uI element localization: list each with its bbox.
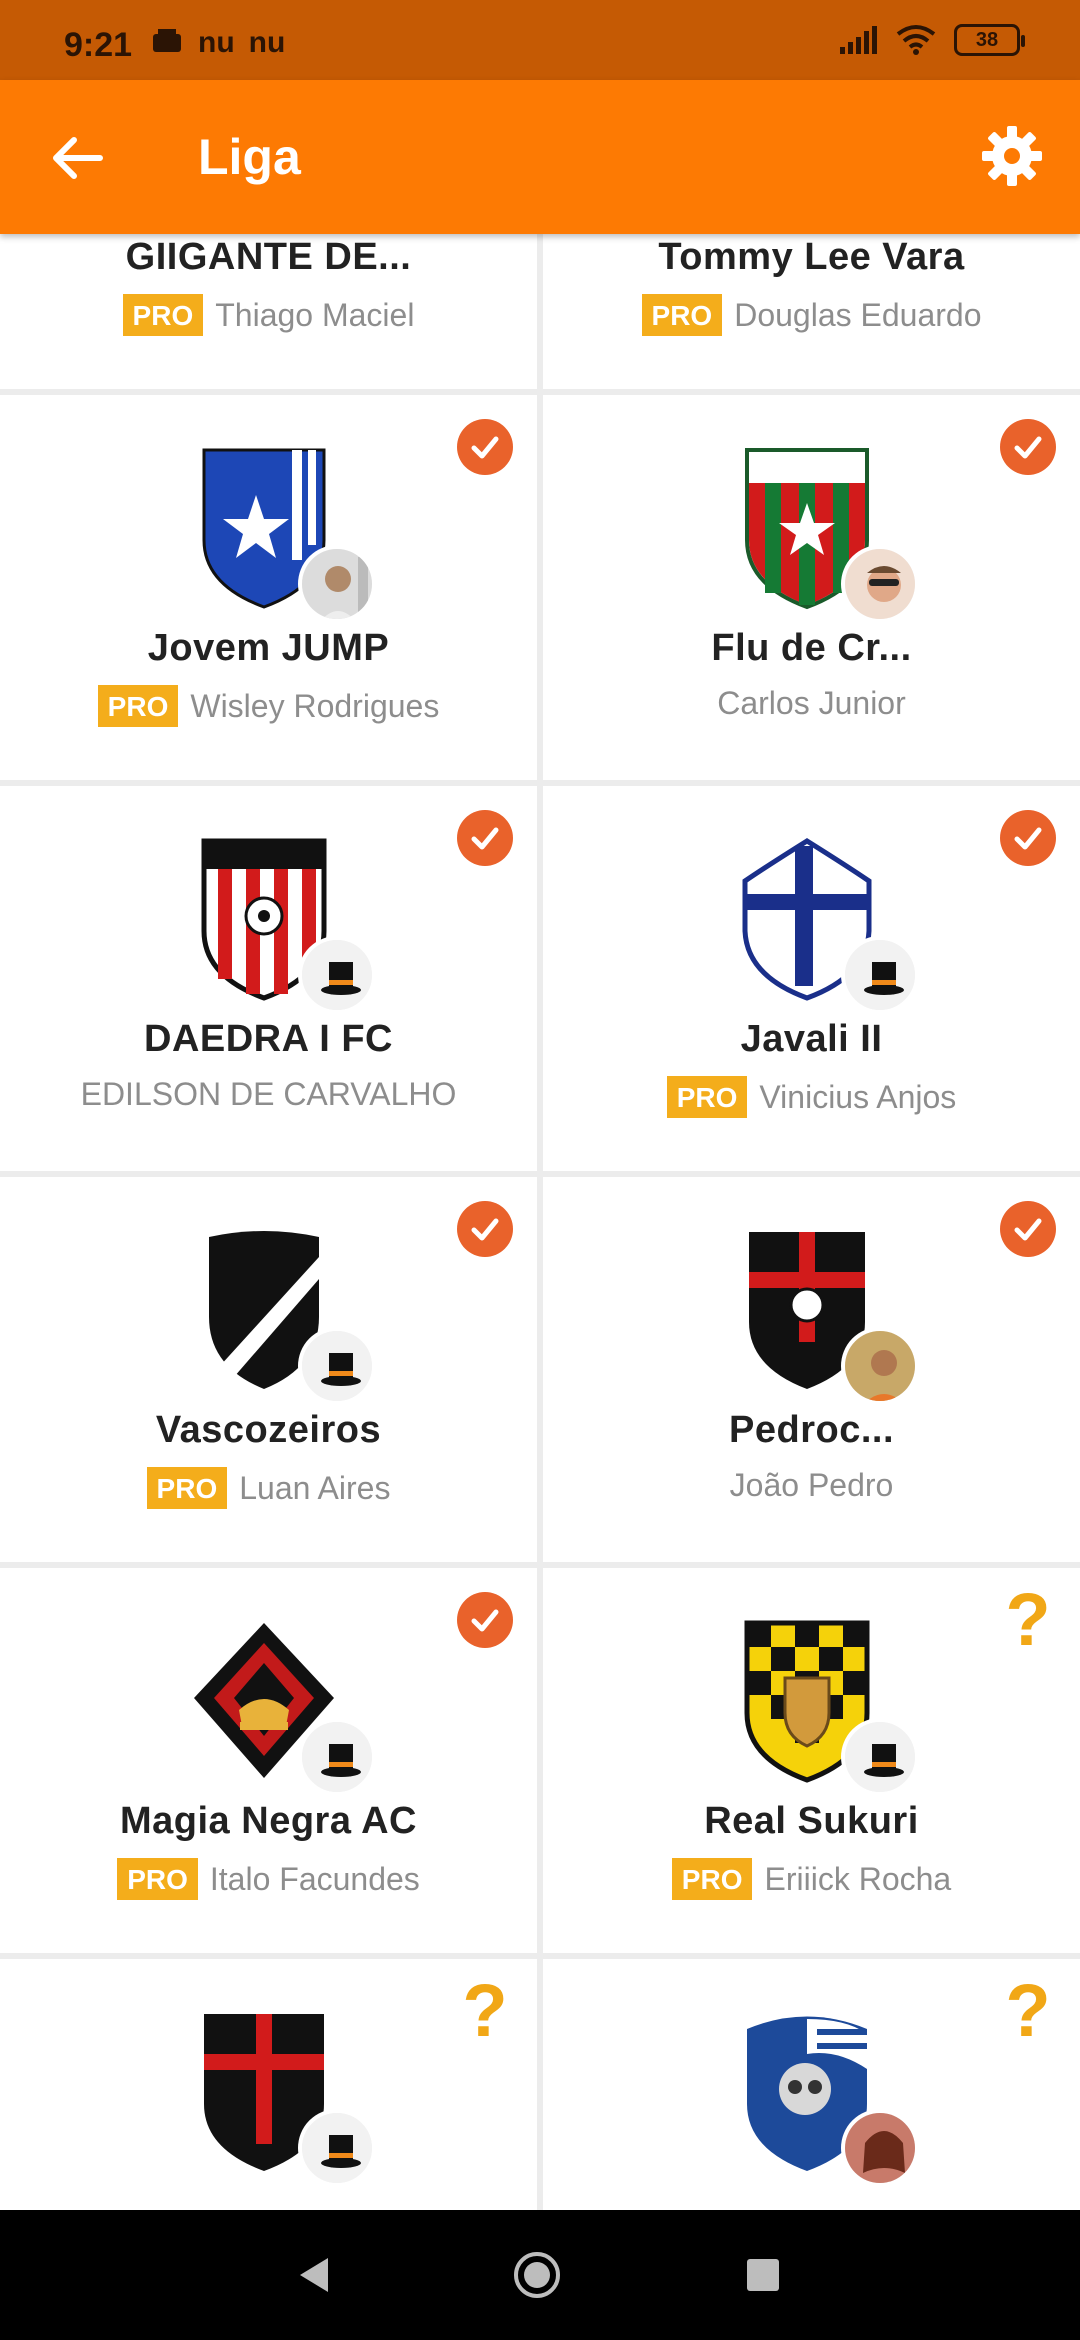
- check-icon: [457, 1592, 513, 1648]
- check-icon: [1000, 1201, 1056, 1257]
- check-icon: [1000, 810, 1056, 866]
- manager-top-hat-icon: [840, 1718, 919, 1796]
- status-bar: 9:21 nu nu 38: [0, 0, 1080, 80]
- check-icon: [457, 1201, 513, 1257]
- owner-name: Luan Aires: [239, 1469, 391, 1506]
- pro-badge: PRO: [122, 294, 204, 336]
- team-name: Real Sukuri: [704, 1800, 919, 1842]
- back-arrow-icon[interactable]: [40, 122, 112, 194]
- system-nav-bar: [0, 2210, 1080, 2340]
- settings-gear-icon[interactable]: [976, 120, 1048, 192]
- team-name: Vascozeiros: [155, 1409, 382, 1451]
- team-card[interactable]: GIIGANTE DE... PRO Thiago Maciel: [0, 234, 537, 389]
- check-icon: [457, 810, 513, 866]
- pro-badge: PRO: [666, 1076, 748, 1118]
- team-card[interactable]: Magia Negra AC PRO Italo Facundes: [0, 1568, 537, 1953]
- owner-avatar: [840, 1327, 919, 1405]
- owner-name: EDILSON DE CARVALHO: [80, 1076, 457, 1112]
- owner-name: João Pedro: [729, 1467, 894, 1503]
- notification-nu-2: nu: [248, 26, 286, 59]
- pro-badge: PRO: [117, 1858, 198, 1900]
- team-name: Jovem JUMP: [147, 627, 390, 669]
- team-list[interactable]: GIIGANTE DE... PRO Thiago Maciel Tommy L…: [0, 234, 1080, 2210]
- signal-icon: [840, 26, 877, 54]
- notification-nu-1: nu: [198, 26, 235, 59]
- team-name: Javali II: [740, 1018, 883, 1060]
- question-mark-icon: ?: [1005, 1969, 1051, 2052]
- pro-badge: PRO: [671, 1858, 753, 1900]
- team-name: Pedroc...: [729, 1409, 894, 1451]
- manager-top-hat-icon: [297, 1718, 376, 1796]
- owner-name: Thiago Maciel: [215, 296, 415, 333]
- team-name: Tommy Lee Vara: [658, 236, 965, 278]
- owner-name: Vinicius Anjos: [759, 1078, 957, 1115]
- check-icon: [1000, 419, 1056, 475]
- team-card[interactable]: ? Real Sukuri PRO Eriiick Rocha: [543, 1568, 1080, 1953]
- owner-avatar: [840, 545, 919, 623]
- check-icon: [457, 419, 513, 475]
- team-card[interactable]: Javali II PRO Vinicius Anjos: [543, 786, 1080, 1171]
- nav-recents-icon[interactable]: [738, 2250, 788, 2300]
- owner-avatar: [297, 545, 376, 623]
- owner-name: Eriiick Rocha: [764, 1860, 952, 1897]
- nav-back-icon[interactable]: [290, 2250, 340, 2300]
- notification-app-icon: [153, 29, 181, 52]
- team-name: DAEDRA I FC: [144, 1018, 393, 1060]
- team-card[interactable]: ?: [543, 1959, 1080, 2210]
- team-name: GIIGANTE DE...: [125, 236, 412, 278]
- pro-badge: PRO: [641, 294, 723, 336]
- team-card[interactable]: Tommy Lee Vara PRO Douglas Eduardo: [543, 234, 1080, 389]
- question-mark-icon: ?: [1005, 1578, 1051, 1661]
- manager-top-hat-icon: [297, 1327, 376, 1405]
- owner-avatar: [840, 2109, 919, 2187]
- team-card[interactable]: Vascozeiros PRO Luan Aires: [0, 1177, 537, 1562]
- team-card[interactable]: Pedroc... João Pedro: [543, 1177, 1080, 1562]
- app-bar: Liga: [0, 80, 1080, 234]
- notification-icons: nu nu: [150, 26, 285, 60]
- manager-top-hat-icon: [297, 936, 376, 1014]
- team-name: Magia Negra AC: [120, 1800, 417, 1842]
- question-mark-icon: ?: [462, 1969, 508, 2052]
- team-card[interactable]: Flu de Cr... Carlos Junior: [543, 395, 1080, 780]
- owner-name: Wisley Rodrigues: [190, 687, 440, 724]
- team-card[interactable]: Jovem JUMP PRO Wisley Rodrigues: [0, 395, 537, 780]
- nav-home-icon[interactable]: [512, 2250, 562, 2300]
- battery-icon: 38: [954, 24, 1025, 56]
- page-title: Liga: [198, 129, 301, 185]
- team-card[interactable]: DAEDRA I FC EDILSON DE CARVALHO: [0, 786, 537, 1171]
- team-name: Flu de Cr...: [711, 627, 912, 669]
- manager-top-hat-icon: [840, 936, 919, 1014]
- team-card[interactable]: ?: [0, 1959, 537, 2210]
- wifi-icon: [896, 25, 936, 55]
- pro-badge: PRO: [97, 685, 179, 727]
- owner-name: Italo Facundes: [209, 1860, 420, 1897]
- status-time: 9:21: [64, 26, 133, 64]
- pro-badge: PRO: [146, 1467, 228, 1509]
- owner-name: Douglas Eduardo: [734, 296, 982, 333]
- owner-name: Carlos Junior: [717, 685, 906, 721]
- manager-top-hat-icon: [297, 2109, 376, 2187]
